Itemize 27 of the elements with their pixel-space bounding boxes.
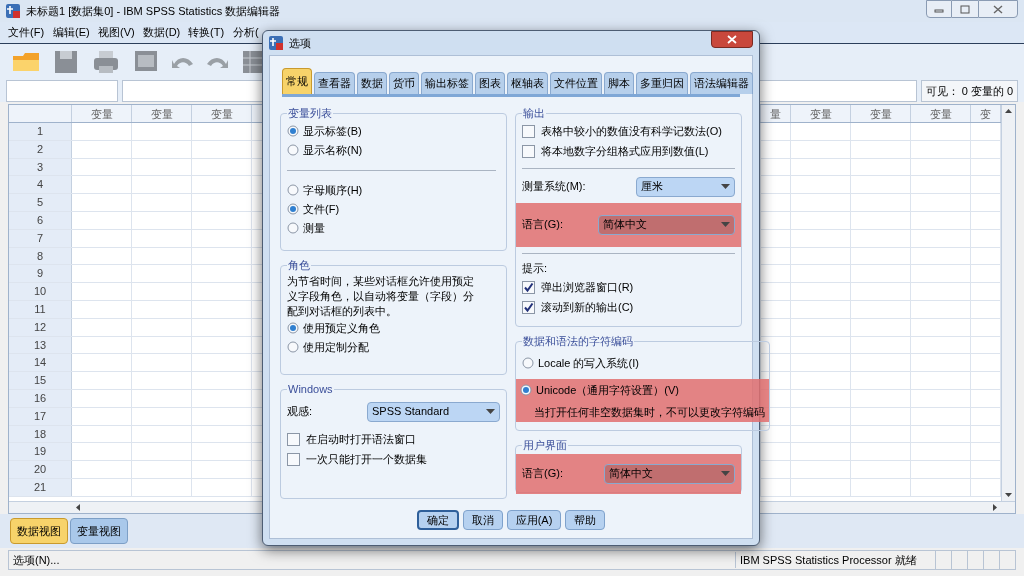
group-title: 用户界面: [522, 438, 568, 453]
row-number: 15: [9, 372, 72, 389]
dialog-title: 选项: [289, 35, 311, 51]
roles-description: 为节省时间，某些对话框允许使用预定义字段角色，以自动将变量（字段）分配到对话框的列表中。: [287, 273, 475, 319]
section-label: 提示:: [522, 260, 549, 276]
status-text: 选项(N)...: [12, 552, 61, 568]
group-title: 数据和语法的字符编码: [522, 334, 634, 349]
field-label: 语言(G):: [522, 217, 564, 233]
group-title: 变量列表: [287, 106, 333, 121]
row-number: 14: [9, 354, 72, 372]
group-title: Windows: [287, 382, 334, 397]
row-number: 1: [9, 123, 72, 140]
row-number: 10: [9, 283, 72, 300]
group-title: 输出: [522, 106, 546, 121]
field-label: 观感:: [287, 404, 314, 420]
row-number: 5: [9, 194, 72, 211]
window-title: 未标题1 [数据集0] - IBM SPSS Statistics 数据编辑器: [26, 3, 281, 19]
processor-status: IBM SPSS Statistics Processor 就绪: [735, 551, 935, 569]
field-label: 测量系统(M):: [522, 179, 587, 195]
visible-variables-count: 可见： 0 变量的 0: [920, 80, 1018, 102]
field-label: 语言(G):: [522, 466, 564, 482]
row-number: 9: [9, 265, 72, 283]
row-number: 20: [9, 461, 72, 478]
row-number: 4: [9, 176, 72, 194]
row-number: 19: [9, 443, 72, 461]
encoding-note: 当打开任何非空数据集时，不可以更改字符编码: [533, 404, 765, 420]
group-title: 角色: [287, 258, 311, 273]
